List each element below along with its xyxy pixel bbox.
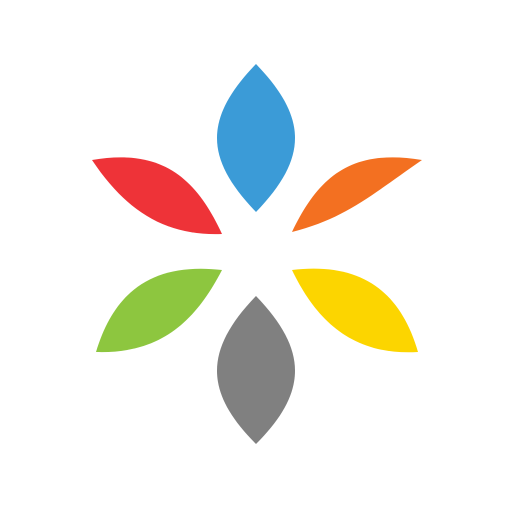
app-icon-canvas: [0, 0, 512, 512]
petal-bottom: [217, 296, 295, 444]
petal-upper-right: [292, 157, 422, 232]
petal-lower-left: [96, 268, 222, 353]
flower-logo-icon: [92, 64, 422, 444]
petal-lower-right: [292, 268, 418, 353]
petal-top: [217, 64, 295, 212]
petal-upper-left: [92, 157, 222, 235]
